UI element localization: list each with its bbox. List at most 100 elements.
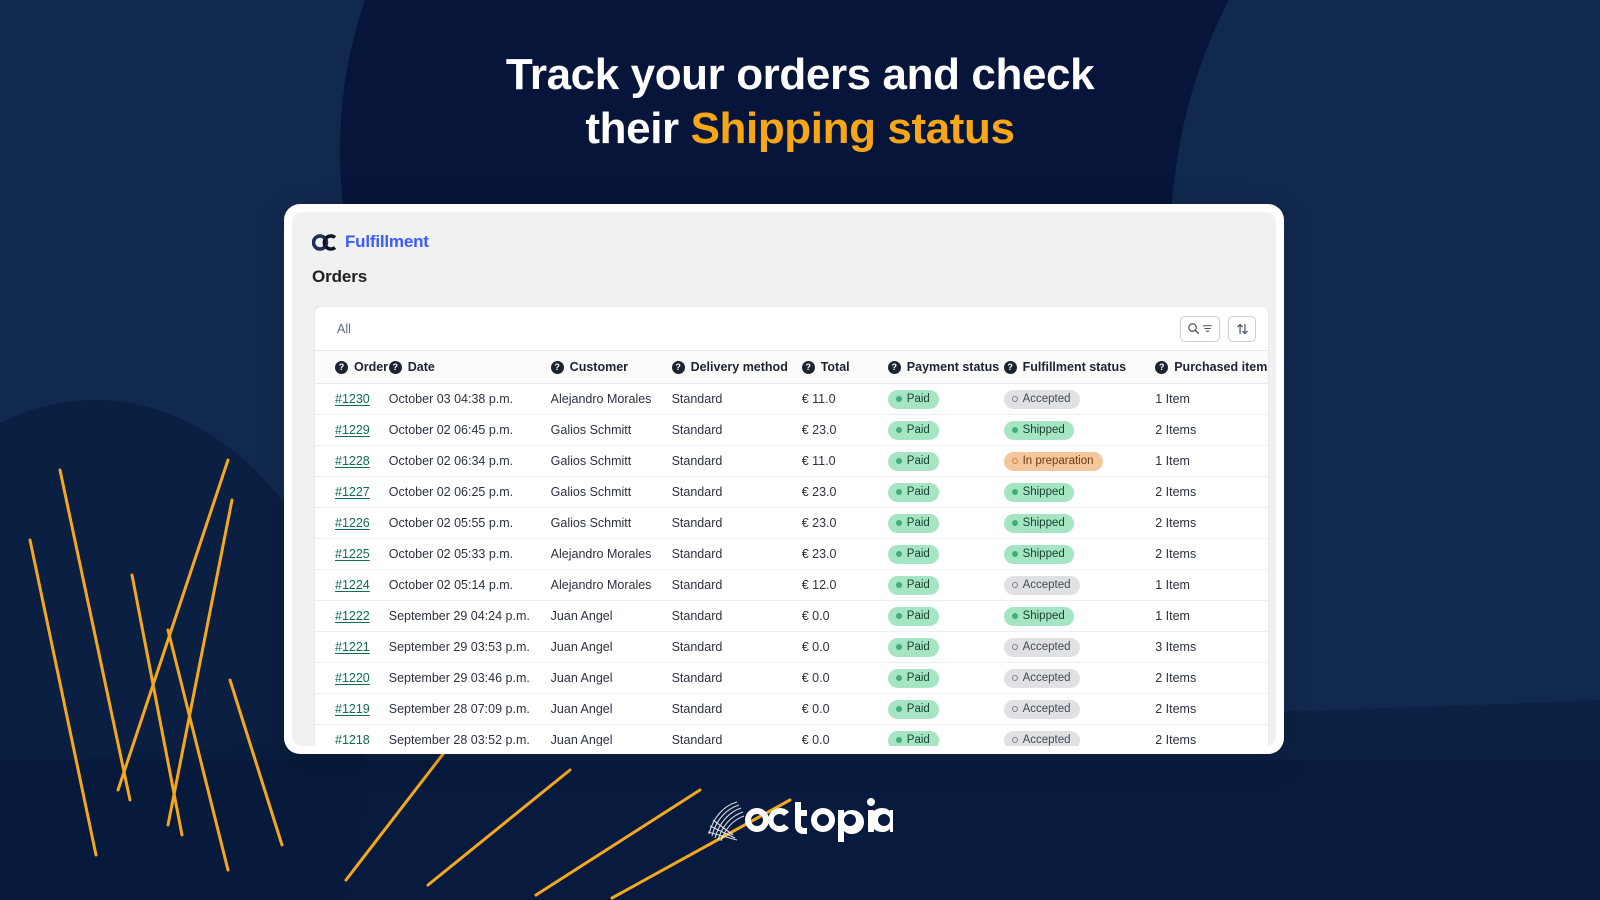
status-badge-label: Shipped [1022, 516, 1065, 529]
cell-order: #1218 [315, 725, 389, 746]
status-badge-label: Accepted [1022, 640, 1071, 653]
cell-customer: Juan Angel [550, 733, 613, 746]
status-badge: Shipped [1003, 606, 1074, 626]
orders-table-card: All ? Order ? Date ? Customer ? Delivery… [314, 306, 1269, 746]
help-icon[interactable]: ? [550, 360, 564, 374]
status-badge: Paid [887, 420, 939, 440]
table-row[interactable]: #1221 September 29 03:53 p.m. Juan Angel St… [315, 631, 1268, 663]
help-icon[interactable]: ? [801, 360, 815, 374]
search-filter-button[interactable] [1180, 315, 1220, 342]
order-link[interactable]: #1221 [335, 640, 370, 654]
help-icon[interactable]: ? [1155, 360, 1169, 374]
table-row[interactable]: #1222 September 29 04:24 p.m. Juan Angel St… [315, 600, 1268, 632]
cell-date: September 29 03:46 p.m. [388, 662, 551, 694]
table-row[interactable]: #1224 October 02 05:14 p.m. Alejandro Mora… [315, 569, 1268, 601]
column-label: Date [407, 360, 435, 374]
status-dot-icon [895, 426, 902, 433]
table-row[interactable]: #1227 October 02 06:25 p.m. Galios Schmitt… [315, 476, 1268, 508]
status-dot-icon [895, 674, 902, 681]
order-link[interactable]: #1218 [335, 733, 370, 746]
cell-delivery-method: Standard [671, 445, 802, 477]
column-label: Delivery method [690, 360, 788, 374]
cell-payment-status: Paid [887, 693, 1004, 725]
order-link[interactable]: #1228 [335, 454, 370, 468]
cell-customer: Juan Angel [550, 693, 672, 725]
status-dot-icon [895, 488, 902, 495]
cell-fulfillment-status: Shipped [1003, 507, 1156, 539]
order-link[interactable]: #1229 [335, 423, 370, 437]
order-link[interactable]: #1227 [335, 485, 370, 499]
order-link[interactable]: #1224 [335, 578, 370, 592]
table-row[interactable]: #1229 October 02 06:45 p.m. Galios Schmitt… [315, 414, 1268, 446]
column-header-fulfillment-status: ? Fulfillment status [1003, 351, 1156, 384]
cell-date: October 02 05:33 p.m. [388, 538, 551, 570]
status-badge-label: In preparation [1022, 454, 1094, 467]
app-brand-name: Fulfillment [345, 232, 429, 251]
column-header-customer: ? Customer [550, 351, 672, 384]
cell-customer: Alejandro Morales [550, 383, 672, 415]
help-icon[interactable]: ? [335, 360, 348, 374]
order-link[interactable]: #1230 [335, 392, 370, 406]
table-row[interactable]: #1220 September 29 03:46 p.m. Juan Angel St… [315, 662, 1268, 694]
order-link[interactable]: #1222 [335, 609, 370, 623]
cell-delivery-method: Standard [671, 733, 723, 746]
tab-all[interactable]: All [335, 318, 353, 340]
status-badge: Accepted [1003, 668, 1080, 688]
status-badge: Accepted [1003, 575, 1080, 595]
status-badge-label: Paid [906, 702, 930, 715]
cell-date: September 28 03:52 p.m. [388, 733, 530, 746]
help-icon[interactable]: ? [887, 360, 901, 374]
status-badge-label: Accepted [1022, 733, 1071, 746]
cell-order: #1219 [315, 693, 389, 725]
status-badge-label: Paid [906, 640, 930, 653]
cell-purchased-items: 2 Items [1155, 538, 1268, 570]
status-badge: Paid [887, 606, 939, 626]
cell-customer: Juan Angel [550, 600, 672, 632]
table-row[interactable]: #1226 October 02 05:55 p.m. Galios Schmitt… [315, 507, 1268, 539]
order-link[interactable]: #1226 [335, 516, 370, 530]
sort-button[interactable] [1228, 315, 1256, 342]
status-dot-icon [895, 581, 902, 588]
column-header-order: ? Order [315, 351, 389, 384]
cell-fulfillment-status: In preparation [1003, 445, 1156, 477]
help-icon[interactable]: ? [388, 360, 402, 374]
cell-payment-status: Paid [887, 662, 1004, 694]
table-row[interactable]: #1228 October 02 06:34 p.m. Galios Schmitt… [315, 445, 1268, 477]
app-window-content: Fulfillment Orders All ? Order ? Date ? … [292, 212, 1276, 746]
cell-fulfillment-status: Accepted [1003, 725, 1156, 746]
column-label: Customer [569, 360, 629, 374]
toolbar-actions [1180, 315, 1256, 342]
status-ring-icon [1011, 674, 1018, 681]
table-row[interactable]: #1230 October 03 04:38 p.m. Alejandro Mora… [315, 383, 1268, 415]
table-row[interactable]: #1218 September 28 03:52 p.m. Juan Angel St… [315, 725, 1268, 746]
page-title: Orders [312, 267, 368, 286]
cell-delivery-method: Standard [671, 538, 802, 570]
cell-total: € 12.0 [801, 569, 888, 601]
cell-payment-status: Paid [887, 414, 1004, 446]
orders-table-body: #1230 October 03 04:38 p.m. Alejandro Mora… [315, 383, 1268, 746]
cell-total: € 23.0 [801, 538, 888, 570]
cell-fulfillment-status: Shipped [1003, 600, 1156, 632]
cell-payment-status: Paid [887, 725, 1004, 746]
table-row[interactable]: #1225 October 02 05:33 p.m. Alejandro Mora… [315, 538, 1268, 570]
order-link[interactable]: #1219 [335, 702, 370, 716]
status-ring-icon [1011, 581, 1018, 588]
orders-table-head: ? Order ? Date ? Customer ? Delivery method [315, 351, 1268, 384]
help-icon[interactable]: ? [671, 360, 685, 374]
cell-total: € 0.0 [801, 662, 888, 694]
help-icon[interactable]: ? [1003, 360, 1017, 374]
cell-purchased-items: 1 Item [1155, 600, 1268, 632]
cell-total: € 23.0 [801, 414, 888, 446]
cell-delivery-method: Standard [671, 693, 802, 725]
cell-order: #1224 [315, 569, 389, 601]
table-row[interactable]: #1219 September 28 07:09 p.m. Juan Angel St… [315, 693, 1268, 725]
cell-fulfillment-status: Shipped [1003, 538, 1156, 570]
cell-payment-status: Paid [887, 476, 1004, 508]
status-badge-label: Paid [906, 578, 930, 591]
column-header-date: ? Date [388, 351, 551, 384]
status-badge: Paid [887, 575, 939, 595]
order-link[interactable]: #1220 [335, 671, 370, 685]
cell-purchased-items: 1 Item [1155, 569, 1268, 601]
order-link[interactable]: #1225 [335, 547, 370, 561]
cell-date: October 02 06:25 p.m. [388, 476, 551, 508]
